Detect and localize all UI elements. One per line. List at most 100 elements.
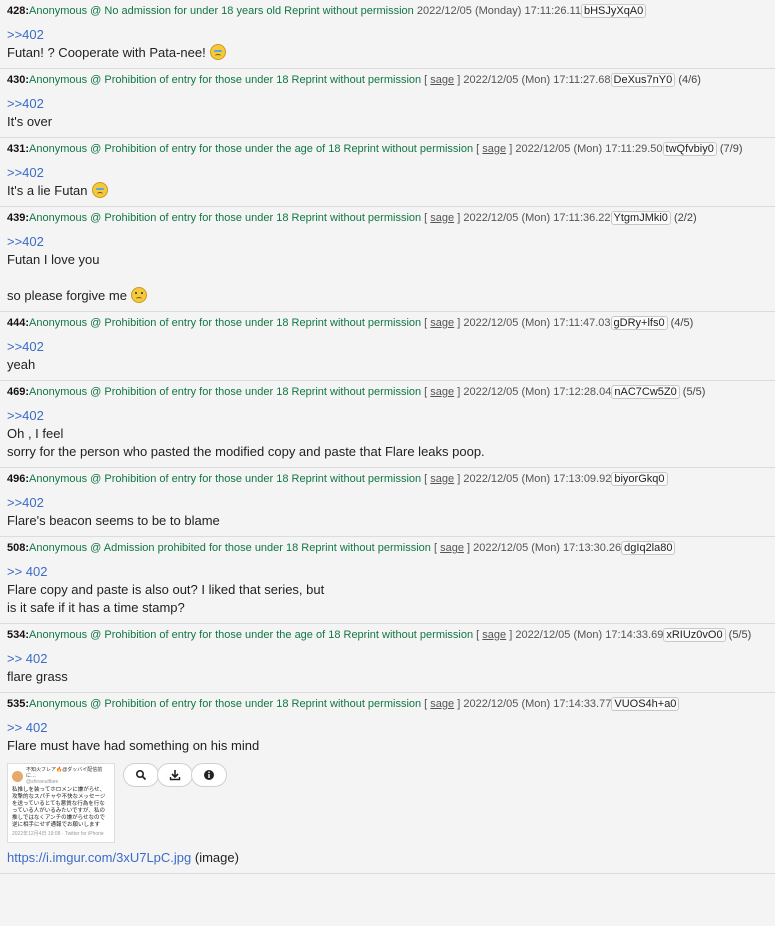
sage-link[interactable]: sage [482, 629, 506, 641]
post: 496:Anonymous @ Prohibition of entry for… [0, 468, 775, 537]
poster-id[interactable]: bHSJyXqA0 [580, 4, 647, 18]
image-link-line: https://i.imgur.com/3xU7LpC.jpg (image) [7, 849, 768, 867]
post-date: 2022/12/05 (Mon) 17:13:09.92 [463, 473, 612, 485]
post-date: 2022/12/05 (Mon) 17:12:28.04 [463, 386, 612, 398]
post-date: 2022/12/05 (Mon) 17:11:47.03 [463, 317, 611, 329]
post-number[interactable]: 431: [7, 143, 29, 155]
post-header: 534:Anonymous @ Prohibition of entry for… [7, 628, 752, 642]
sage-link[interactable]: sage [430, 473, 454, 485]
post-header: 431:Anonymous @ Prohibition of entry for… [7, 142, 743, 156]
post-text: Futan! ? Cooperate with Pata-nee! [7, 45, 206, 60]
poster-name: Anonymous @ Admission prohibited for tho… [29, 542, 431, 554]
post-header: 496:Anonymous @ Prohibition of entry for… [7, 472, 768, 488]
post-header: 428:Anonymous @ No admission for under 1… [7, 4, 768, 20]
post-count: (7/9) [719, 143, 743, 155]
post-count: (5/5) [728, 629, 752, 641]
post-text: sorry for the person who pasted the modi… [7, 444, 485, 459]
post: 444:Anonymous @ Prohibition of entry for… [0, 312, 775, 381]
post-text-line: Flare copy and paste is also out? I like… [7, 581, 768, 599]
thumb-title: 不知火フレア🔥@ダッバイ配信前に… [26, 767, 103, 779]
post-text-line: flare grass [7, 668, 768, 686]
sage-link[interactable]: sage [430, 212, 454, 224]
sage-link[interactable]: sage [430, 698, 454, 710]
post: 508:Anonymous @ Admission prohibited for… [0, 537, 775, 624]
reply-link[interactable]: >>402 [7, 233, 768, 251]
post-header: 439:Anonymous @ Prohibition of entry for… [7, 211, 697, 225]
post-header: 430:Anonymous @ Prohibition of entry for… [7, 73, 701, 87]
reply-link[interactable]: >>402 [7, 164, 768, 182]
post-number[interactable]: 469: [7, 386, 29, 398]
sage-link[interactable]: sage [430, 74, 454, 86]
sage-link[interactable]: sage [430, 386, 454, 398]
reply-link[interactable]: >> 402 [7, 650, 768, 668]
post-date: 2022/12/05 (Mon) 17:11:27.68 [463, 74, 611, 86]
post-number[interactable]: 444: [7, 317, 29, 329]
poster-name: Anonymous @ Prohibition of entry for tho… [29, 629, 474, 641]
post-number[interactable]: 535: [7, 698, 29, 710]
poster-id[interactable]: biyorGkq0 [611, 472, 668, 486]
poster-id[interactable]: xRIUz0vO0 [663, 628, 726, 642]
sage-link[interactable]: sage [430, 317, 454, 329]
post-number[interactable]: 508: [7, 542, 29, 554]
poster-id[interactable]: YtgmJMki0 [610, 211, 671, 225]
post-count: (4/5) [670, 317, 694, 329]
poster-name: Anonymous @ Prohibition of entry for tho… [29, 143, 474, 155]
reply-link[interactable]: >>402 [7, 338, 768, 356]
poster-name: Anonymous @ Prohibition of entry for tho… [29, 212, 422, 224]
poster-name: Anonymous @ Prohibition of entry for tho… [29, 698, 422, 710]
post-text-line: Oh , I feel [7, 425, 768, 443]
post: 431:Anonymous @ Prohibition of entry for… [0, 138, 775, 207]
image-info-button[interactable] [191, 763, 227, 787]
poster-id[interactable]: twQfvbiy0 [662, 142, 717, 156]
post-text-line [7, 269, 768, 287]
reply-link[interactable]: >> 402 [7, 563, 768, 581]
post-text-line: Flare must have had something on his min… [7, 737, 768, 755]
poster-id[interactable]: nAC7Cw5Z0 [611, 385, 680, 399]
post-header: 535:Anonymous @ Prohibition of entry for… [7, 697, 768, 713]
download-icon [169, 769, 181, 781]
post-text: so please forgive me [7, 288, 127, 303]
poster-id[interactable]: gDRy+lfs0 [610, 316, 668, 330]
post: 534:Anonymous @ Prohibition of entry for… [0, 624, 775, 693]
thumb-footer: 2022年12月4日 19:08 · Twitter for iPhone [12, 831, 104, 837]
reply-link[interactable]: >> 402 [7, 719, 768, 737]
post-number[interactable]: 430: [7, 74, 29, 86]
post-text: It's a lie Futan [7, 183, 88, 198]
info-icon [203, 769, 215, 781]
poster-id[interactable]: dgIq2la80 [621, 541, 676, 555]
post-text-line: It's a lie Futan [7, 182, 768, 200]
reply-link[interactable]: >>402 [7, 95, 768, 113]
reply-link[interactable]: >>402 [7, 407, 768, 425]
post-header: 508:Anonymous @ Admission prohibited for… [7, 541, 768, 557]
post-number[interactable]: 534: [7, 629, 29, 641]
post-header: 444:Anonymous @ Prohibition of entry for… [7, 316, 694, 330]
sage-link[interactable]: sage [440, 542, 464, 554]
image-url-link[interactable]: https://i.imgur.com/3xU7LpC.jpg [7, 850, 191, 865]
sage-link[interactable]: sage [482, 143, 506, 155]
reply-link[interactable]: >>402 [7, 494, 768, 512]
poster-id[interactable]: DeXus7nY0 [610, 73, 676, 87]
post-date: 2022/12/05 (Mon) 17:14:33.77 [463, 698, 612, 710]
avatar [12, 770, 23, 782]
image-search-button[interactable] [123, 763, 159, 787]
post-text: Flare's beacon seems to be to blame [7, 513, 220, 528]
post-number[interactable]: 439: [7, 212, 29, 224]
post-date: 2022/12/05 (Mon) 17:14:33.69 [515, 629, 664, 641]
post-number[interactable]: 428: [7, 5, 29, 17]
post-count: (4/6) [678, 74, 701, 86]
thumb-text: 私推しを装ってホロメンに嫌がらせ、攻撃的なスパチャや不快なメッセージを送っている… [12, 787, 106, 828]
thread: 428:Anonymous @ No admission for under 1… [0, 0, 775, 874]
post-header: 469:Anonymous @ Prohibition of entry for… [7, 385, 706, 399]
post-number[interactable]: 496: [7, 473, 29, 485]
poster-id[interactable]: VUOS4h+a0 [611, 697, 680, 711]
post-date: 2022/12/05 (Mon) 17:11:36.22 [463, 212, 611, 224]
poster-name: Anonymous @ Prohibition of entry for tho… [29, 386, 422, 398]
image-thumbnail[interactable]: 不知火フレア🔥@ダッバイ配信前に… @shiranuiflare 私推しを装って… [7, 763, 115, 843]
image-download-button[interactable] [157, 763, 193, 787]
image-tools [123, 763, 227, 787]
post-text: Oh , I feel [7, 426, 64, 441]
reply-link[interactable]: >>402 [7, 26, 768, 44]
post-date: 2022/12/05 (Mon) 17:13:30.26 [473, 542, 622, 554]
post-text: Futan I love you [7, 252, 100, 267]
post-text-line: sorry for the person who pasted the modi… [7, 443, 768, 461]
